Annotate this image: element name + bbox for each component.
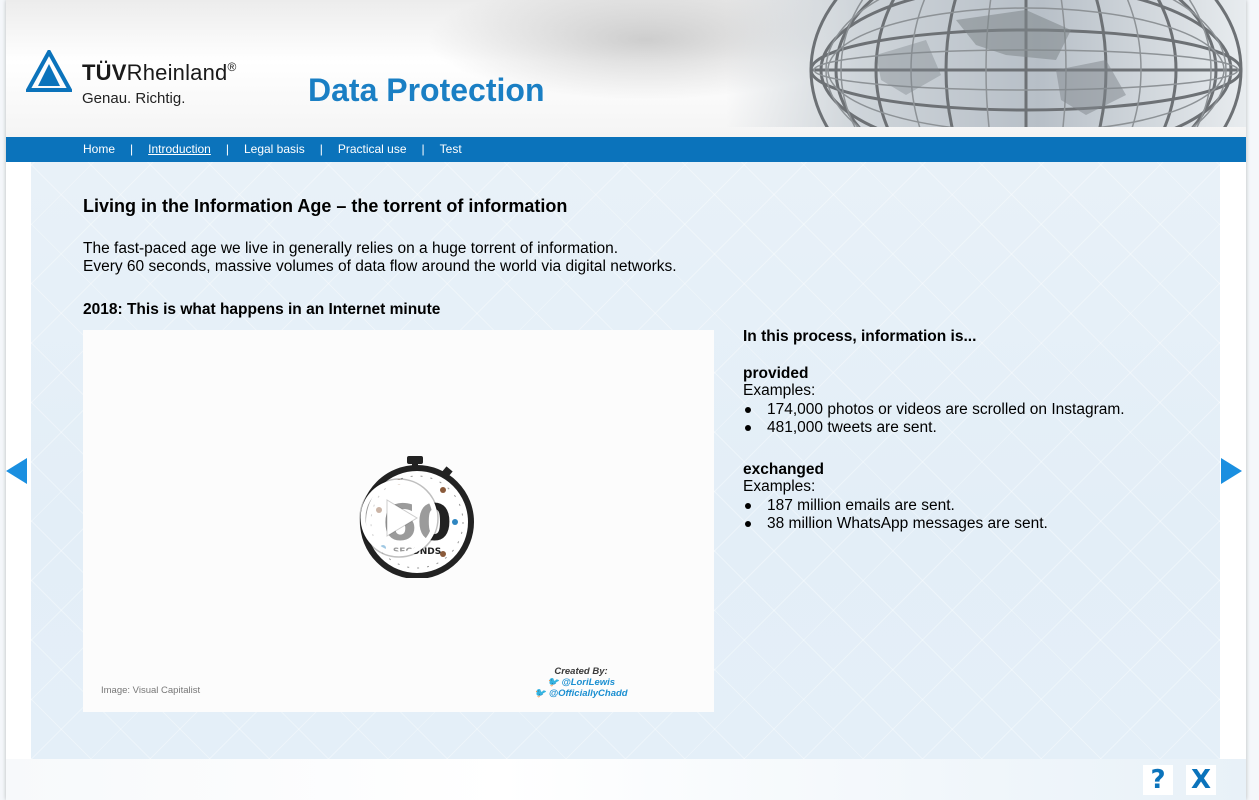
list-item: 481,000 tweets are sent. [743,419,1203,437]
app-title: Data Protection [308,72,545,108]
examples-label: Examples: [743,478,816,495]
twitter-bird-icon: 🐦 [534,688,547,699]
created-by-label: Created By: [554,666,608,677]
video-created-by: Created By: 🐦 @LoriLewis 🐦 @OfficiallyCh… [521,666,641,699]
page-heading: Living in the Information Age – the torr… [83,196,568,216]
nav-home[interactable]: Home [83,142,115,156]
info-term: provided [743,364,809,382]
info-group-provided: provided Examples: 174,000 photos or vid… [743,365,1203,437]
logo-triangle-icon [26,50,72,92]
nav-separator: | [421,142,425,156]
close-button[interactable]: X [1186,765,1216,795]
prev-page-arrow-icon[interactable] [5,457,29,485]
list-item: 174,000 photos or videos are scrolled on… [743,401,1203,419]
section-subheading: 2018: This is what happens in an Interne… [83,301,441,318]
nav-introduction[interactable]: Introduction [148,142,211,156]
stopwatch-play-icon[interactable]: 60 SECONDS [355,454,475,578]
nav-test[interactable]: Test [440,142,462,156]
brand-name: TÜVRheinland® [82,60,237,85]
twitter-bird-icon: 🐦 [546,677,559,688]
nav-practical-use[interactable]: Practical use [338,142,407,156]
examples-label: Examples: [743,382,816,399]
content-panel: Living in the Information Age – the torr… [31,162,1220,759]
nav-legal-basis[interactable]: Legal basis [244,142,305,156]
image-credit: Image: Visual Capitalist [101,685,201,696]
info-term: exchanged [743,460,824,478]
nav-separator: | [130,142,134,156]
nav-separator: | [319,142,323,156]
intro-line: Every 60 seconds, massive volumes of dat… [83,258,677,275]
intro-line: The fast-paced age we live in generally … [83,240,619,257]
main-nav: Home | Introduction | Legal basis | Prac… [6,137,1246,162]
tuv-logo: TÜVRheinland® Genau. Richtig. [26,48,276,113]
handle-lorilewis: 🐦 @LoriLewis [546,677,616,688]
examples-list: 174,000 photos or videos are scrolled on… [743,401,1203,437]
help-button[interactable]: ? [1143,765,1173,795]
footer-band [6,759,1246,800]
info-group-exchanged: exchanged Examples: 187 million emails a… [743,461,1203,533]
brand-tagline: Genau. Richtig. [82,90,186,107]
next-page-arrow-icon[interactable] [1219,457,1243,485]
list-item: 38 million WhatsApp messages are sent. [743,515,1203,533]
header: TÜVRheinland® Genau. Richtig. Data Prote… [6,0,1246,137]
list-item: 187 million emails are sent. [743,497,1203,515]
globe-image [726,0,1246,127]
app-window: TÜVRheinland® Genau. Richtig. Data Prote… [6,0,1246,800]
nav-separator: | [225,142,229,156]
video-player[interactable]: 60 SECONDS Image: Visual Capitalist Crea… [83,330,714,712]
intro-text: The fast-paced age we live in generally … [83,240,677,276]
sidebar-title: In this process, information is... [743,328,977,345]
examples-list: 187 million emails are sent. 38 million … [743,497,1203,533]
handle-officiallychadd: 🐦 @OfficiallyChadd [534,688,628,699]
info-sidebar: In this process, information is... provi… [743,328,1203,533]
